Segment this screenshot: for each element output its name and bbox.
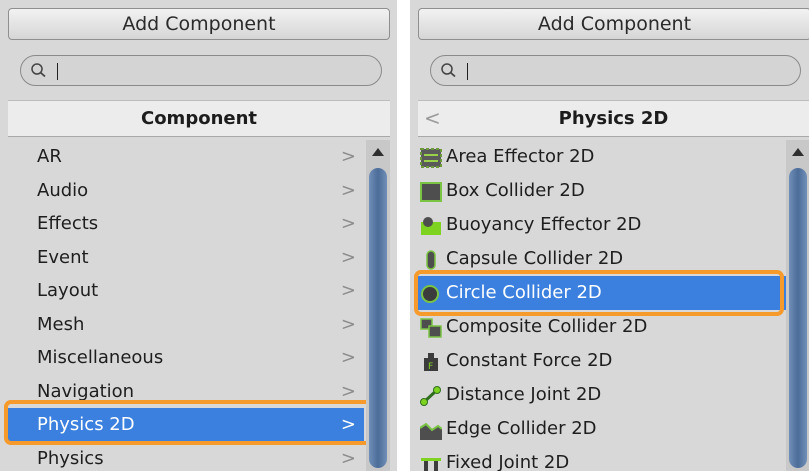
chevron-right-icon: > bbox=[340, 179, 356, 201]
category-item-physics[interactable]: Physics > bbox=[8, 442, 364, 471]
category-label: Audio bbox=[37, 179, 89, 201]
component-item[interactable]: Circle Collider 2D bbox=[418, 276, 786, 310]
scroll-up-arrow-icon[interactable] bbox=[372, 148, 384, 156]
menu-header: Component bbox=[8, 100, 390, 137]
category-item-ar[interactable]: AR > bbox=[8, 140, 364, 174]
svg-text:F: F bbox=[428, 362, 433, 372]
chevron-right-icon: > bbox=[340, 313, 356, 335]
component-label: Area Effector 2D bbox=[446, 146, 595, 167]
category-list: AR > Audio > Effects > Event > Layout > Mesh >… bbox=[8, 140, 364, 471]
chevron-right-icon: > bbox=[340, 414, 356, 435]
component-item[interactable]: Capsule Collider 2D bbox=[418, 242, 786, 276]
scroll-thumb[interactable] bbox=[369, 168, 387, 468]
category-item-mesh[interactable]: Mesh > bbox=[8, 308, 364, 342]
component-item[interactable]: F Constant Force 2D bbox=[418, 344, 786, 378]
constant-force-icon: F bbox=[424, 353, 438, 372]
category-label: Physics bbox=[37, 447, 104, 469]
component-label: Capsule Collider 2D bbox=[446, 248, 624, 269]
capsule-collider-icon bbox=[426, 250, 436, 270]
chevron-right-icon: > bbox=[340, 347, 356, 368]
text-caret bbox=[467, 63, 468, 80]
component-item[interactable]: Distance Joint 2D bbox=[418, 378, 786, 412]
category-item-event[interactable]: Event > bbox=[8, 241, 364, 275]
search-icon bbox=[31, 63, 46, 78]
circle-collider-icon bbox=[421, 285, 439, 303]
menu-header: < Physics 2D bbox=[418, 100, 809, 137]
add-component-button[interactable]: Add Component bbox=[8, 8, 390, 40]
category-label: Navigation bbox=[37, 380, 135, 402]
category-item-audio[interactable]: Audio > bbox=[8, 174, 364, 208]
component-menu-root: Add Component Component AR > Audio > Effec… bbox=[0, 0, 397, 471]
composite-collider-icon bbox=[420, 318, 442, 338]
vertical-scrollbar[interactable] bbox=[366, 140, 390, 471]
chevron-right-icon: > bbox=[340, 246, 356, 268]
component-label: Edge Collider 2D bbox=[446, 418, 597, 439]
category-label: Physics 2D bbox=[37, 414, 135, 435]
text-caret bbox=[57, 63, 58, 80]
component-item[interactable]: Edge Collider 2D bbox=[418, 412, 786, 446]
search-input[interactable] bbox=[430, 55, 801, 86]
component-label: Buoyancy Effector 2D bbox=[446, 214, 642, 235]
component-label: Distance Joint 2D bbox=[446, 384, 602, 405]
chevron-right-icon: > bbox=[340, 213, 356, 234]
component-label: Circle Collider 2D bbox=[446, 282, 602, 303]
scroll-thumb[interactable] bbox=[789, 168, 807, 468]
search-icon bbox=[441, 63, 456, 78]
area-effector-icon bbox=[420, 148, 442, 168]
scroll-up-arrow-icon[interactable] bbox=[792, 148, 804, 156]
menu-header-title: Physics 2D bbox=[558, 108, 669, 129]
category-label: Miscellaneous bbox=[37, 347, 164, 368]
component-label: Fixed Joint 2D bbox=[446, 452, 570, 471]
category-item-physics-2d[interactable]: Physics 2D > bbox=[8, 408, 364, 442]
component-item[interactable]: Composite Collider 2D bbox=[418, 310, 786, 344]
component-item[interactable]: Area Effector 2D bbox=[418, 140, 786, 174]
category-label: Effects bbox=[37, 213, 99, 234]
buoyancy-effector-icon bbox=[421, 217, 441, 235]
category-label: AR bbox=[37, 146, 62, 167]
chevron-right-icon: > bbox=[340, 146, 356, 167]
component-list: Area Effector 2D Box Collider 2D Buoyanc… bbox=[418, 140, 786, 471]
component-label: Constant Force 2D bbox=[446, 350, 613, 371]
vertical-scrollbar[interactable] bbox=[786, 140, 809, 471]
category-label: Layout bbox=[37, 280, 99, 301]
category-label: Event bbox=[37, 246, 89, 268]
add-component-button[interactable]: Add Component bbox=[418, 8, 809, 40]
category-item-layout[interactable]: Layout > bbox=[8, 274, 364, 308]
physics-2d-submenu: Add Component < Physics 2D Area Effector… bbox=[410, 0, 809, 471]
edge-collider-icon bbox=[420, 422, 442, 440]
search-input[interactable] bbox=[20, 55, 382, 86]
category-item-miscellaneous[interactable]: Miscellaneous > bbox=[8, 341, 364, 375]
chevron-right-icon: > bbox=[340, 280, 356, 301]
category-label: Mesh bbox=[37, 313, 85, 335]
category-item-effects[interactable]: Effects > bbox=[8, 207, 364, 241]
component-item[interactable]: Box Collider 2D bbox=[418, 174, 786, 208]
component-item[interactable]: Buoyancy Effector 2D bbox=[418, 208, 786, 242]
chevron-right-icon: > bbox=[340, 380, 356, 402]
back-arrow-icon[interactable]: < bbox=[424, 101, 441, 136]
category-item-navigation[interactable]: Navigation > bbox=[8, 375, 364, 409]
box-collider-icon bbox=[420, 182, 442, 202]
component-label: Box Collider 2D bbox=[446, 180, 585, 201]
chevron-right-icon: > bbox=[340, 447, 356, 469]
distance-joint-icon bbox=[420, 386, 441, 406]
component-item[interactable]: Fixed Joint 2D bbox=[418, 446, 786, 471]
fixed-joint-icon bbox=[421, 458, 441, 471]
component-label: Composite Collider 2D bbox=[446, 316, 648, 337]
